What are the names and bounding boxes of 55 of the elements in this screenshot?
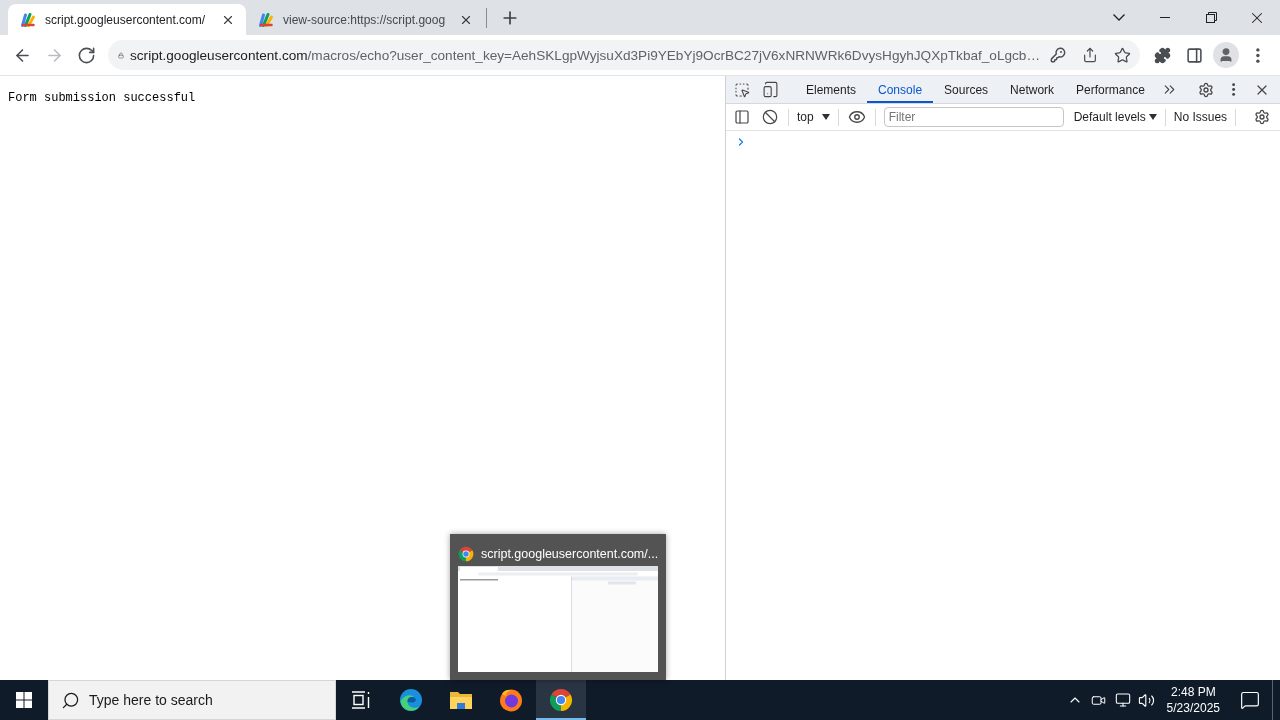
puzzle-icon xyxy=(1153,46,1171,64)
filter-field[interactable]: Filter xyxy=(883,107,1064,127)
eye-icon xyxy=(847,108,866,126)
circular-arrow-icon xyxy=(76,45,96,65)
context-dropdown[interactable]: top xyxy=(793,106,834,128)
log-levels-dropdown[interactable]: Default levels xyxy=(1069,106,1161,128)
favicon-icon xyxy=(20,11,36,28)
tab-title: script.googleusercontent.com/ xyxy=(45,12,207,27)
devtools-tab[interactable]: Console xyxy=(867,76,934,103)
url-text: script.googleusercontent.com/macros/echo?user_content_key=AehSKLgpWyjsuXd3Pi9YEbYj9OcrBC27jV6xNRNWRk6DvysHgyhJQXpTkbaf_oLgcb… xyxy=(130,47,1040,63)
search-icon xyxy=(61,691,80,710)
monitor-icon xyxy=(1114,692,1131,708)
browser-tab[interactable]: view-source:https://script.goog xyxy=(246,4,484,35)
tablet-phone-icon xyxy=(761,81,779,98)
devtools-tab[interactable]: Performance xyxy=(1065,76,1156,103)
settings-icon xyxy=(1254,109,1270,125)
circle-slash-icon xyxy=(762,109,778,125)
task-view-icon xyxy=(351,691,371,709)
star-icon xyxy=(1113,46,1131,64)
person-icon xyxy=(1218,47,1234,63)
address-bar[interactable]: script.googleusercontent.com/macros/echo?user_content_key=AehSKLgpWyjsuXd3Pi9YEbYj9OcrBC27jV6xNRNWRk6DvysHgyhJQXpTkbaf_oLgcb… xyxy=(108,40,1140,70)
issues-button[interactable]: No Issues xyxy=(1169,110,1232,124)
folder-icon xyxy=(449,690,473,710)
chrome-icon xyxy=(549,688,573,712)
chrome-taskbar-button[interactable] xyxy=(536,680,586,720)
speaker-icon xyxy=(1138,691,1156,709)
chevron-down-icon xyxy=(1113,14,1125,21)
dropdown-triangle-icon xyxy=(1148,114,1157,120)
right-panel-icon xyxy=(1185,46,1203,64)
windows-logo-icon xyxy=(16,692,32,708)
restore-icon xyxy=(1205,12,1217,23)
firefox-icon xyxy=(499,688,523,712)
tab-title: view-source:https://script.goog xyxy=(283,12,447,27)
page-message: Form submission successful xyxy=(8,91,196,105)
dropdown-triangle-icon xyxy=(821,114,830,120)
preview-title: script.googleusercontent.com/... xyxy=(481,547,659,561)
speech-bubble-icon xyxy=(1240,690,1260,710)
settings-icon xyxy=(1198,81,1214,98)
devtools-tab[interactable]: Elements xyxy=(795,76,868,103)
chrome-icon xyxy=(458,546,474,562)
devtools-tab[interactable]: Sources xyxy=(933,76,1000,103)
devtools-tab[interactable]: Network xyxy=(999,76,1066,103)
menu-icon xyxy=(1256,47,1260,63)
favicon-icon xyxy=(258,11,274,28)
share-icon xyxy=(1082,47,1098,63)
profile-button[interactable] xyxy=(1213,42,1239,68)
left-panel-icon xyxy=(734,109,750,125)
edge-icon xyxy=(399,688,423,712)
taskbar-search-field[interactable]: Type here to search xyxy=(48,680,336,720)
key-icon xyxy=(1050,47,1066,63)
pointer-in-dashed-square-icon xyxy=(734,81,750,98)
minimize-icon xyxy=(1160,17,1170,18)
browser-tab[interactable]: script.googleusercontent.com/ xyxy=(8,4,246,35)
menu-icon xyxy=(1232,83,1236,96)
clock-button[interactable]: 2:48 PM 5/23/2025 xyxy=(1158,680,1228,720)
